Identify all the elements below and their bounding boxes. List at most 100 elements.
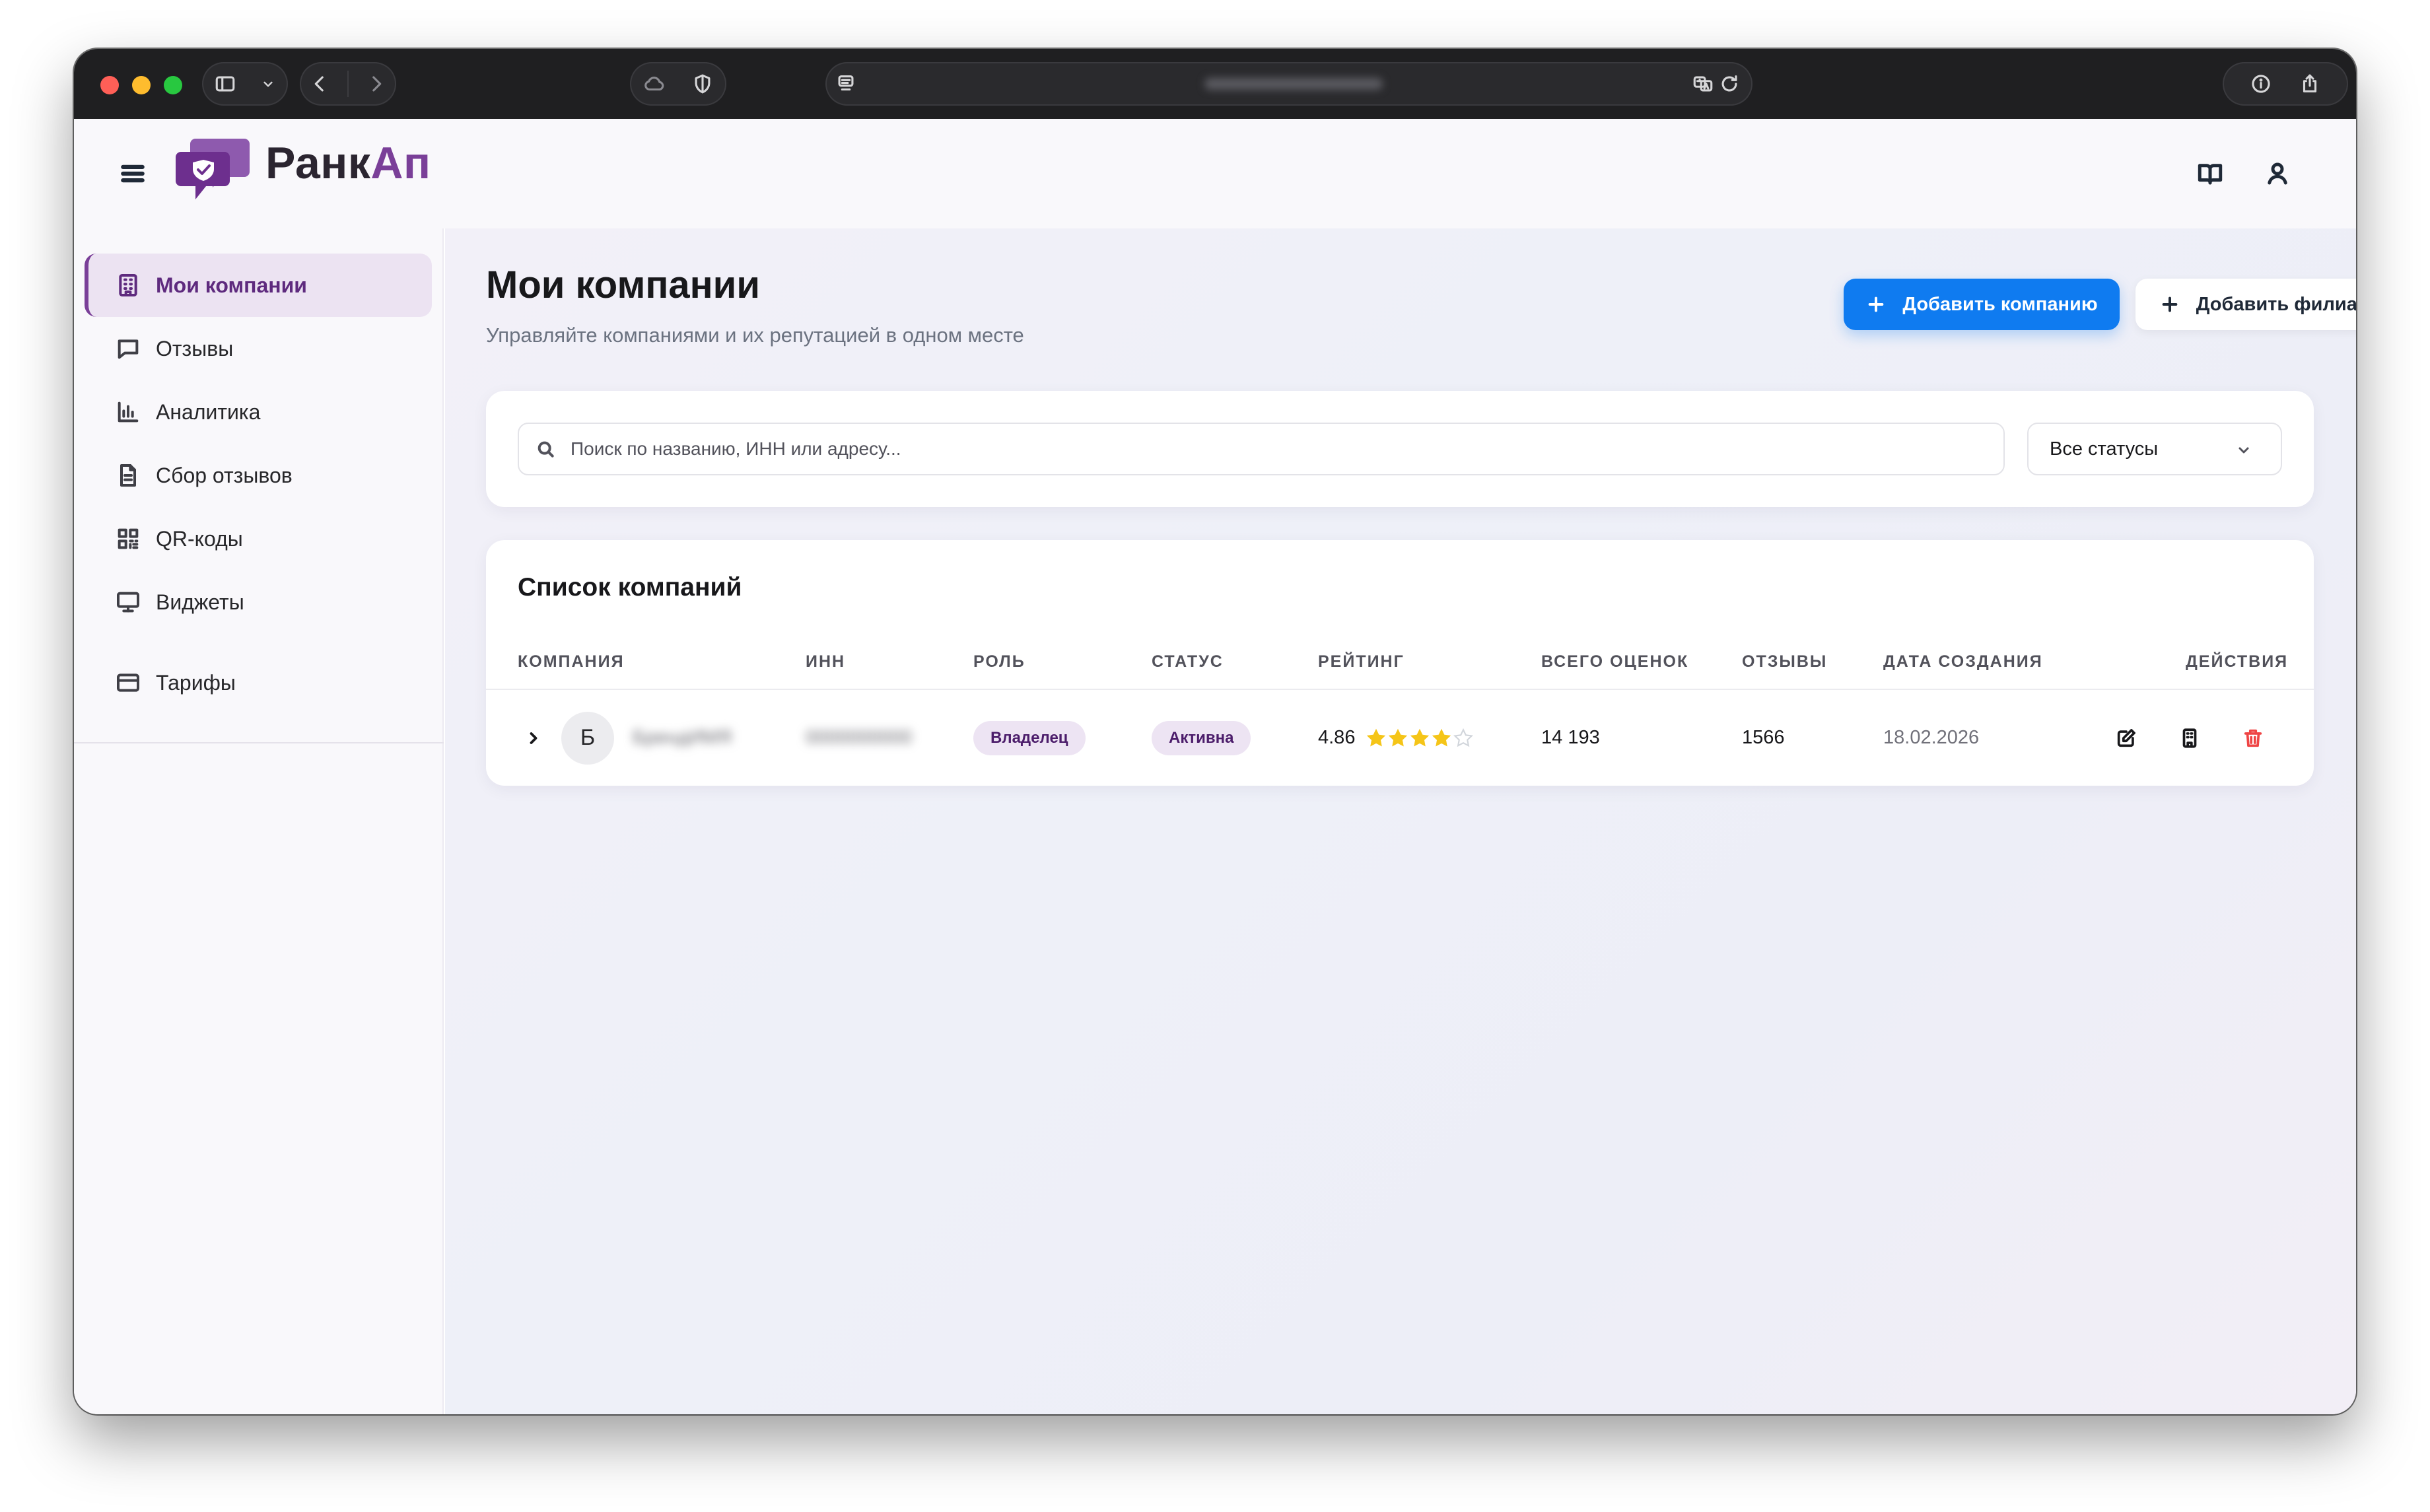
app-header: РанкАп [74, 119, 2356, 228]
toolbar-actions-2 [2223, 62, 2348, 106]
branches-button[interactable] [2172, 690, 2207, 786]
trash-icon [2244, 729, 2262, 747]
privacy-group [630, 62, 726, 106]
add-company-button[interactable]: Добавить компанию [1844, 279, 2120, 330]
company-name-cell[interactable]: БрендИМЯ [633, 690, 732, 786]
sidebar-icon[interactable] [214, 73, 236, 95]
created-cell: 18.02.2026 [1883, 690, 1979, 786]
close-window-button[interactable] [100, 76, 119, 94]
zoom-window-button[interactable] [164, 76, 182, 94]
sidebar-item-widgets[interactable]: Виджеты [85, 570, 432, 634]
docs-button[interactable] [2192, 156, 2228, 191]
column-header-actions: Действия [2186, 652, 2289, 671]
logo-icon [176, 139, 250, 199]
sidebar-item-label: Тарифы [156, 670, 236, 695]
sidebar-item-qr-codes[interactable]: QR-коды [85, 507, 432, 570]
delete-button[interactable] [2236, 690, 2270, 786]
branches-action[interactable] [2172, 721, 2207, 755]
column-header-role[interactable]: Роль [973, 652, 1025, 671]
divider [347, 71, 349, 97]
book-icon [2198, 164, 2223, 185]
add-branch-button[interactable]: Добавить филиал [2135, 279, 2356, 330]
chevron-down-icon[interactable] [260, 75, 277, 92]
hamburger-icon [121, 164, 145, 183]
delete-action[interactable] [2236, 721, 2270, 755]
app: РанкАп Мои компании Отзывы Аналитика Сбо… [74, 119, 2356, 1414]
column-header-company[interactable]: Компания [518, 652, 625, 671]
browser-window: РанкАп Мои компании Отзывы Аналитика Сбо… [74, 49, 2356, 1414]
star-filled-icon [1410, 728, 1430, 747]
column-header-status[interactable]: Статус [1152, 652, 1224, 671]
history-nav-group [300, 62, 396, 106]
sidebar-toggle-group[interactable] [202, 62, 288, 106]
minimize-window-button[interactable] [132, 76, 151, 94]
edit-button[interactable] [2109, 690, 2143, 786]
list-title: Список компаний [518, 573, 742, 601]
reviews-cell: 1566 [1742, 690, 1785, 786]
plus-icon [2162, 296, 2178, 312]
logo[interactable]: РанкАп [176, 135, 431, 202]
brand-name-part2: Ап [370, 138, 431, 188]
sidebar-item-label: Мои компании [156, 273, 307, 297]
sidebar-item-label: Отзывы [156, 336, 234, 361]
window-controls [100, 76, 182, 94]
star-filled-icon [1367, 728, 1386, 747]
message-icon [118, 339, 139, 359]
cloud-icon[interactable] [643, 73, 666, 95]
address-bar[interactable] [825, 62, 1753, 106]
qr-code-icon [118, 528, 139, 549]
edit-icon [2117, 728, 2135, 747]
forward-icon[interactable] [365, 73, 388, 95]
column-header-total-ratings[interactable]: Всего оценок [1541, 652, 1688, 671]
main-content: Мои компании Управляйте компаниями и их … [445, 228, 2356, 1414]
inn-value: 0000000000 [806, 727, 913, 748]
role-cell: Владелец [973, 690, 1086, 786]
building-icon [119, 274, 137, 296]
total-ratings-cell: 14 193 [1541, 690, 1600, 786]
avatar: Б [561, 711, 614, 765]
user-icon [2268, 162, 2287, 185]
sidebar-item-label: Виджеты [156, 590, 244, 614]
sidebar-item-label: Аналитика [156, 399, 261, 424]
star-empty-icon [1453, 728, 1474, 747]
table-row[interactable]: Б БрендИМЯ 0000000000 Владелец Активна 4… [486, 690, 2314, 786]
companies-list-card: Список компаний Компания ИНН Роль Статус… [486, 540, 2314, 786]
reload-icon[interactable] [1718, 73, 1741, 95]
status-select[interactable]: Все статусы [2027, 423, 2282, 475]
translate-icon[interactable] [1692, 73, 1714, 95]
shield-icon[interactable] [691, 73, 714, 95]
page-title: Мои компании [486, 263, 760, 306]
profile-button[interactable] [2260, 156, 2295, 191]
column-header-rating[interactable]: Рейтинг [1318, 652, 1405, 671]
brand-name-part1: Ранк [265, 138, 371, 188]
company-name[interactable]: БрендИМЯ [633, 727, 732, 749]
status-badge: Активна [1152, 720, 1251, 755]
sidebar-item-collect-reviews[interactable]: Сбор отзывов [85, 444, 432, 507]
credit-card-icon [117, 673, 139, 692]
edit-action[interactable] [2109, 721, 2143, 755]
back-icon[interactable] [308, 73, 331, 95]
sidebar-item-label: Сбор отзывов [156, 463, 293, 487]
sidebar-item-tariffs[interactable]: Тарифы [85, 651, 432, 714]
search-field[interactable] [518, 423, 2005, 475]
reader-icon[interactable] [835, 73, 857, 95]
total-ratings-value: 14 193 [1541, 727, 1600, 748]
expand-row-button[interactable] [524, 690, 543, 786]
page-subtitle: Управляйте компаниями и их репутацией в … [486, 324, 1024, 347]
bar-chart-icon [118, 401, 139, 423]
search-icon [538, 441, 554, 458]
sidebar-item-analytics[interactable]: Аналитика [85, 380, 432, 444]
add-branch-label: Добавить филиал [2196, 293, 2356, 315]
menu-button[interactable] [115, 156, 151, 191]
star-filled-icon [1389, 728, 1408, 747]
sidebar-item-reviews[interactable]: Отзывы [85, 317, 432, 380]
monitor-icon [117, 592, 139, 613]
column-header-created[interactable]: Дата создания [1883, 652, 2043, 671]
search-input[interactable] [571, 438, 1957, 460]
column-header-inn[interactable]: ИНН [806, 652, 845, 671]
plus-icon [1869, 296, 1884, 312]
sidebar-item-my-companies[interactable]: Мои компании [85, 254, 432, 317]
chevron-right-icon [530, 732, 538, 744]
column-header-reviews[interactable]: Отзывы [1742, 652, 1827, 671]
company-avatar-cell: Б [561, 690, 614, 786]
